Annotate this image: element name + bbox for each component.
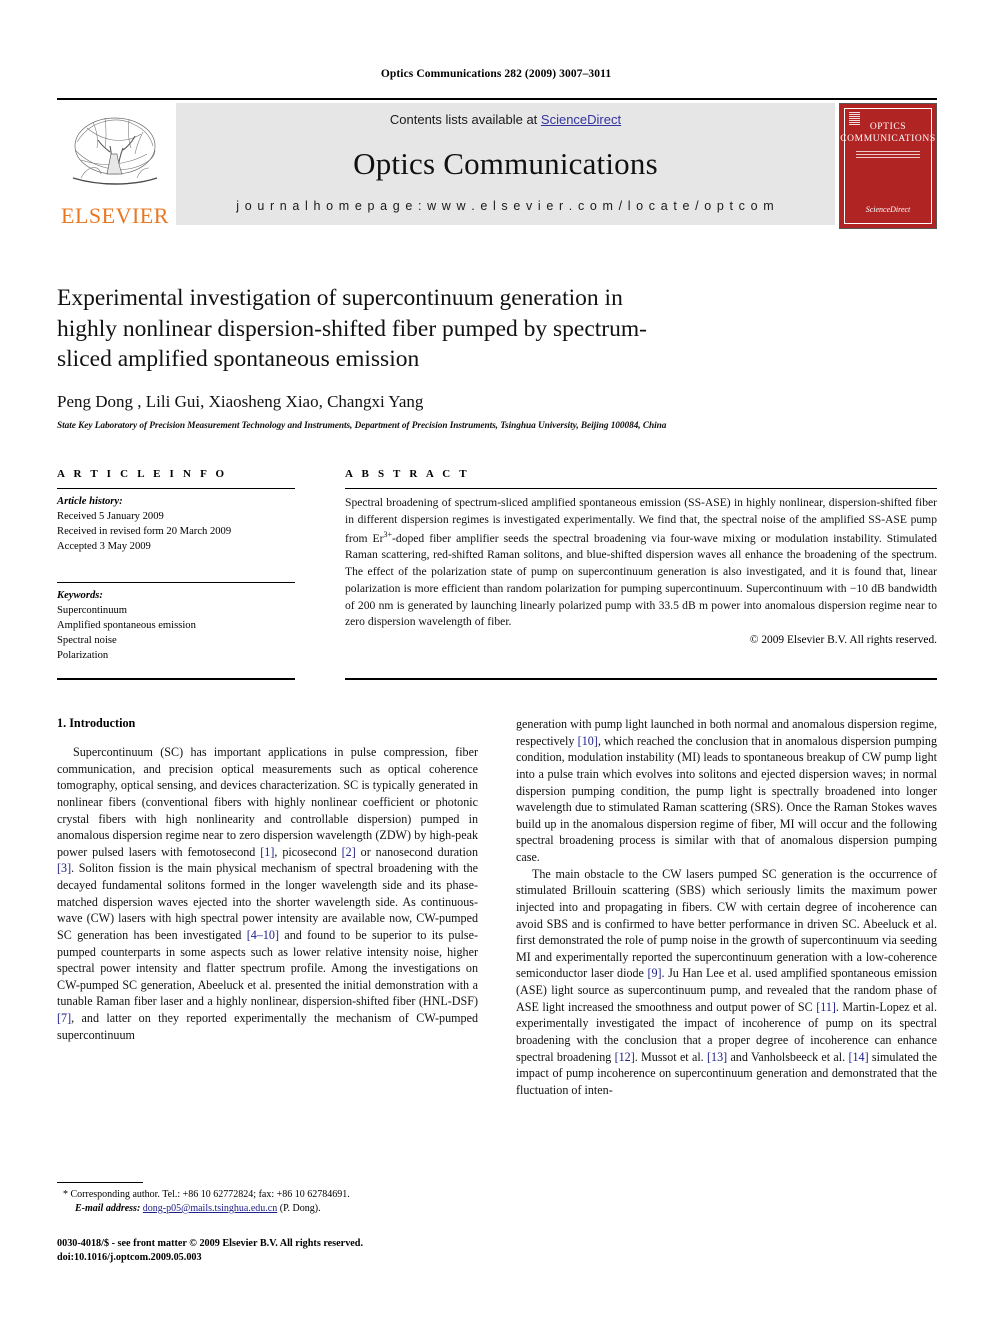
abstract-part2: -doped fiber amplifier seeds the spectra…: [345, 531, 937, 629]
authors-names: Peng Dong , Lili Gui, Xiaosheng Xiao, Ch…: [57, 391, 424, 411]
body-columns: 1. Introduction Supercontinuum (SC) has …: [57, 716, 937, 1098]
body-column-right: generation with pump light launched in b…: [516, 716, 937, 1098]
article-history-item: Accepted 3 May 2009: [57, 541, 151, 553]
citation-ref[interactable]: [4–10]: [247, 928, 279, 942]
abstract-superscript: 3+: [383, 529, 393, 539]
imprint-block: 0030-4018/$ - see front matter © 2009 El…: [57, 1237, 487, 1266]
text-run: , which reached the conclusion that in a…: [516, 733, 937, 864]
title-block: Experimental investigation of superconti…: [57, 283, 667, 431]
keywords-block: Keywords: Supercontinuum Amplified spont…: [57, 583, 295, 663]
footnote-email-suffix: (P. Dong).: [277, 1202, 321, 1214]
article-info-heading: A R T I C L E I N F O: [57, 468, 228, 480]
keywords-label: Keywords:: [57, 590, 103, 602]
footnote-line-1: * Corresponding author. Tel.: +86 10 627…: [57, 1188, 478, 1202]
citation-ref[interactable]: [10]: [578, 734, 598, 748]
journal-homepage-line: j o u r n a l h o m e p a g e : w w w . …: [236, 199, 775, 213]
affiliation: State Key Laboratory of Precision Measur…: [57, 420, 667, 431]
paragraph: The main obstacle to the CW lasers pumpe…: [516, 866, 937, 1099]
email-address-label: E-mail address:: [75, 1202, 141, 1214]
footnote-marker: *: [63, 1189, 68, 1200]
article-history-label: Article history:: [57, 496, 123, 507]
citation-ref[interactable]: [12]: [615, 1050, 635, 1064]
journal-title: Optics Communications: [353, 145, 658, 181]
contents-prefix: Contents lists available at: [389, 112, 541, 127]
section-heading-introduction: 1. Introduction: [57, 716, 136, 730]
citation-ref[interactable]: [14]: [848, 1050, 868, 1064]
journal-cover-thumbnail: OPTICS COMMUNICATIONS ScienceDirect: [839, 103, 937, 229]
footnote-rule: [57, 1182, 143, 1183]
abstract-copyright: © 2009 Elsevier B.V. All rights reserved…: [749, 634, 937, 647]
citation-ref[interactable]: [9]: [647, 966, 661, 980]
imprint-front-matter: 0030-4018/$ - see front matter © 2009 El…: [57, 1238, 364, 1249]
citation-ref[interactable]: [11]: [816, 1000, 836, 1014]
elsevier-logo: ELSEVIER: [57, 103, 173, 229]
paper-page: Optics Communications 282 (2009) 3007–30…: [0, 0, 992, 1323]
text-run: , and latter on they reported experiment…: [57, 1011, 478, 1042]
journal-masthead: ELSEVIER Contents lists available at Sci…: [57, 98, 937, 229]
info-rule-bottom: [57, 678, 295, 680]
article-history-block: Article history: Received 5 January 2009…: [57, 489, 295, 554]
citation-ref[interactable]: [2]: [342, 845, 356, 859]
cover-title-line2: COMMUNICATIONS: [840, 133, 936, 144]
author-list: Peng Dong , Lili Gui, Xiaosheng Xiao, Ch…: [57, 392, 667, 412]
article-history-item: Received in revised form 20 March 2009: [57, 526, 232, 538]
section-bottom-rules: [57, 678, 937, 680]
article-info-column: A R T I C L E I N F O Article history: R…: [57, 468, 295, 663]
cover-sciencedirect-mark: ScienceDirect: [865, 205, 911, 214]
text-run: The main obstacle to the CW lasers pumpe…: [516, 866, 937, 981]
journal-banner: Contents lists available at ScienceDirec…: [176, 103, 835, 225]
running-head: Optics Communications 282 (2009) 3007–30…: [380, 68, 612, 80]
imprint-doi: doi:10.1016/j.optcom.2009.05.003: [57, 1252, 202, 1264]
keyword-item: Polarization: [57, 650, 109, 662]
cover-footer: ScienceDirect: [845, 204, 931, 216]
abstract-text: Spectral broadening of spectrum-sliced a…: [345, 489, 937, 631]
text-run: or nanosecond duration: [355, 844, 478, 859]
paragraph: generation with pump light launched in b…: [516, 716, 937, 866]
abstract-heading: A B S T R A C T: [345, 468, 470, 480]
cover-elsevier-mini-icon: [849, 112, 860, 125]
cover-title: OPTICS COMMUNICATIONS: [840, 122, 936, 146]
text-run: , picosecond: [274, 844, 342, 859]
article-history-item: Received 5 January 2009: [57, 511, 164, 523]
sciencedirect-link[interactable]: ScienceDirect: [541, 112, 621, 127]
abstract-rule-bottom: [345, 678, 937, 680]
text-run: and Vanholsbeeck et al.: [727, 1049, 849, 1064]
paragraph: Supercontinuum (SC) has important applic…: [57, 744, 478, 1043]
keyword-item: Spectral noise: [57, 635, 117, 647]
email-link[interactable]: dong-p05@mails.tsinghua.edu.cn: [143, 1203, 277, 1214]
citation-ref[interactable]: [13]: [707, 1050, 727, 1064]
citation-ref[interactable]: [1]: [260, 845, 274, 859]
text-run: Supercontinuum (SC) has important applic…: [57, 745, 478, 859]
cover-inner-frame: OPTICS COMMUNICATIONS ScienceDirect: [840, 108, 935, 224]
keyword-item: Supercontinuum: [57, 605, 128, 617]
contents-available-line: Contents lists available at ScienceDirec…: [390, 112, 621, 127]
abstract-column: A B S T R A C T Spectral broadening of s…: [345, 468, 937, 663]
footnote-contact-text: Corresponding author. Tel.: +86 10 62772…: [70, 1189, 350, 1200]
citation-ref[interactable]: [3]: [57, 861, 71, 875]
cover-subtitle-lines: [856, 150, 920, 158]
info-abstract-region: A R T I C L E I N F O Article history: R…: [57, 468, 937, 663]
page-title: Experimental investigation of superconti…: [57, 285, 647, 373]
corresponding-author-footnote: * Corresponding author. Tel.: +86 10 627…: [57, 1182, 478, 1216]
elsevier-wordmark: ELSEVIER: [61, 203, 169, 228]
text-run: . Mussot et al.: [634, 1049, 707, 1064]
citation-ref[interactable]: [7]: [57, 1011, 71, 1025]
elsevier-tree-icon: [72, 117, 158, 185]
footnote-line-2: E-mail address: dong-p05@mails.tsinghua.…: [57, 1202, 478, 1216]
body-column-left: 1. Introduction Supercontinuum (SC) has …: [57, 716, 478, 1098]
keyword-item: Amplified spontaneous emission: [57, 620, 196, 632]
